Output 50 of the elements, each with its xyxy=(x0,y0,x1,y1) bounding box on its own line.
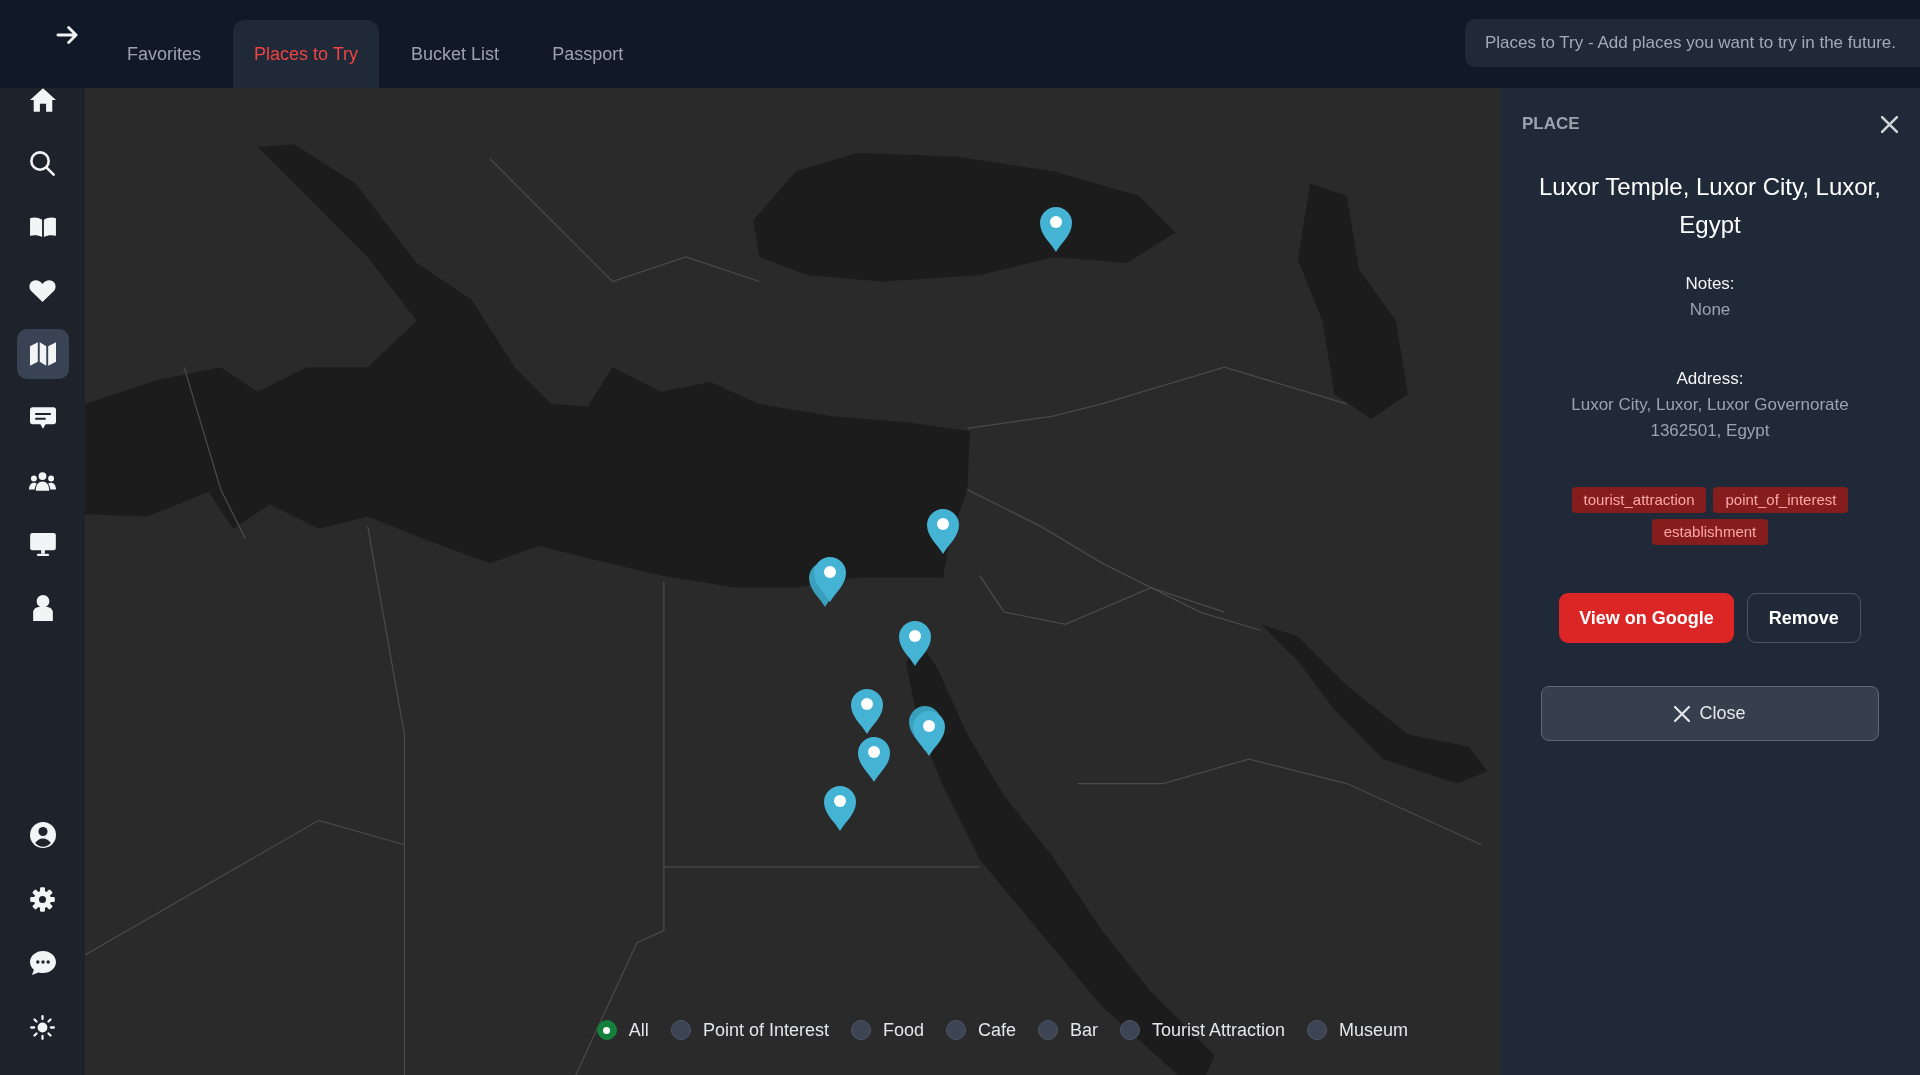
sun-icon[interactable] xyxy=(30,1014,55,1040)
filter-label[interactable]: Museum xyxy=(1339,1018,1409,1042)
person-icon xyxy=(32,595,53,621)
remove-button[interactable]: Remove xyxy=(1746,593,1861,643)
category-tag: tourist_attraction xyxy=(1571,487,1707,513)
map-pin-icon[interactable] xyxy=(850,688,885,735)
chat-bubble-icon xyxy=(29,406,56,429)
monitor-icon xyxy=(29,533,56,556)
filter-label[interactable]: Point of Interest xyxy=(702,1018,829,1042)
filter-label[interactable]: Tourist Attraction xyxy=(1152,1018,1286,1042)
settings-icon[interactable] xyxy=(30,886,55,912)
tab[interactable]: Favorites xyxy=(106,20,223,88)
view-on-google-button[interactable]: View on Google xyxy=(1559,593,1734,643)
speech-bubble-icon[interactable] xyxy=(29,951,56,975)
arrow-right-icon[interactable] xyxy=(56,26,78,44)
map-pin-icon[interactable] xyxy=(925,508,960,555)
map-pin-icon[interactable] xyxy=(823,784,858,831)
sidebar-nav-button[interactable] xyxy=(16,329,69,379)
search-icon xyxy=(30,151,55,176)
home-icon xyxy=(29,88,56,112)
address-value: Luxor City, Luxor, Luxor Governorate 1362501, Egypt xyxy=(1570,394,1850,442)
place-title: Luxor Temple, Luxor City, Luxor, Egypt xyxy=(1538,172,1882,240)
tab[interactable]: Bucket List xyxy=(390,20,521,88)
info-banner: Places to Try - Add places you want to try in the future. xyxy=(1464,19,1920,67)
filter-label[interactable]: Food xyxy=(882,1018,924,1042)
map-pin-icon[interactable] xyxy=(808,555,848,607)
map-pin-icon[interactable] xyxy=(857,735,892,782)
category-tag: point_of_interest xyxy=(1713,487,1849,513)
panel-heading: PLACE xyxy=(1522,114,1580,134)
heart-icon xyxy=(29,279,56,302)
map-pin-icon[interactable] xyxy=(908,705,947,757)
close-icon xyxy=(1881,115,1898,133)
folded-map-icon xyxy=(29,342,56,366)
tab[interactable]: Passport xyxy=(531,20,645,88)
open-book-icon xyxy=(29,217,56,237)
address-label: Address: xyxy=(1676,368,1744,390)
tab[interactable]: Places to Try xyxy=(233,20,380,88)
category-tag: establishment xyxy=(1651,519,1769,545)
close-button[interactable]: Close xyxy=(1541,686,1879,741)
user-circle-icon[interactable] xyxy=(29,822,56,848)
map-pin-icon[interactable] xyxy=(897,619,932,666)
filter-label[interactable]: Bar xyxy=(1070,1018,1099,1042)
filter-label[interactable]: All xyxy=(628,1018,649,1042)
notes-label: Notes: xyxy=(1685,273,1735,295)
close-button[interactable] xyxy=(1881,115,1898,133)
notes-value: None xyxy=(1689,299,1731,321)
people-icon xyxy=(29,471,56,491)
filter-label[interactable]: Cafe xyxy=(978,1018,1016,1042)
map-pin-icon[interactable] xyxy=(1038,205,1073,252)
close-icon xyxy=(1674,705,1691,722)
